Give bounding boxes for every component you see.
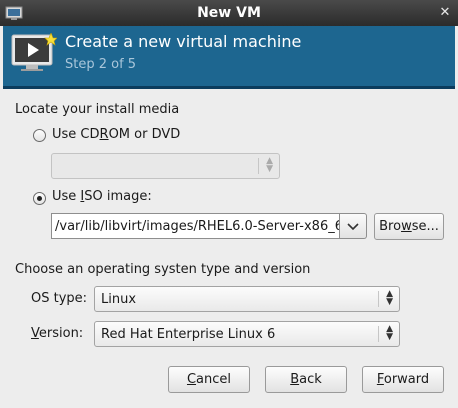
iso-path-input[interactable]: /var/lib/libvirt/images/RHEL6.0-Server-x…: [51, 213, 340, 239]
browse-button[interactable]: Browse...: [374, 213, 444, 240]
iso-path-value: /var/lib/libvirt/images/RHEL6.0-Server-x…: [55, 219, 339, 234]
spinner-arrows-icon: ▲ ▼: [266, 156, 273, 174]
step-indicator: Step 2 of 5: [65, 57, 137, 72]
app-icon: [5, 6, 23, 20]
window-title: New VM: [197, 5, 261, 21]
os-heading: Choose an operating systen type and vers…: [15, 262, 311, 277]
cdrom-radio[interactable]: [33, 129, 46, 142]
title-bar: New VM ✕: [0, 0, 458, 26]
os-type-label: OS type:: [31, 291, 88, 306]
cancel-button[interactable]: Cancel: [168, 366, 250, 393]
cdrom-radio-label[interactable]: Use CDROM or DVD: [52, 127, 180, 142]
version-label: Version:: [31, 326, 84, 341]
forward-button[interactable]: Forward: [362, 366, 444, 393]
cdrom-device-select[interactable]: ▲ ▼: [51, 153, 280, 179]
os-type-select[interactable]: Linux ▲ ▼: [94, 286, 400, 312]
iso-history-dropdown[interactable]: [340, 213, 367, 239]
os-version-select[interactable]: Red Hat Enterprise Linux 6 ▲ ▼: [94, 321, 400, 347]
monitor-play-icon: [11, 33, 57, 71]
spinner-arrows-icon: ▲ ▼: [386, 324, 393, 342]
os-type-value: Linux: [101, 292, 137, 307]
os-version-value: Red Hat Enterprise Linux 6: [101, 327, 276, 342]
header-banner: Create a new virtual machine Step 2 of 5: [3, 26, 455, 89]
spinner-arrows-icon: ▲ ▼: [386, 289, 393, 307]
chevron-down-icon: [347, 223, 359, 231]
iso-radio-label[interactable]: Use ISO image:: [52, 189, 152, 204]
back-button[interactable]: Back: [265, 366, 347, 393]
install-media-heading: Locate your install media: [15, 102, 180, 117]
iso-radio[interactable]: [33, 192, 46, 205]
close-icon[interactable]: ✕: [432, 0, 458, 26]
banner-title: Create a new virtual machine: [65, 32, 302, 51]
